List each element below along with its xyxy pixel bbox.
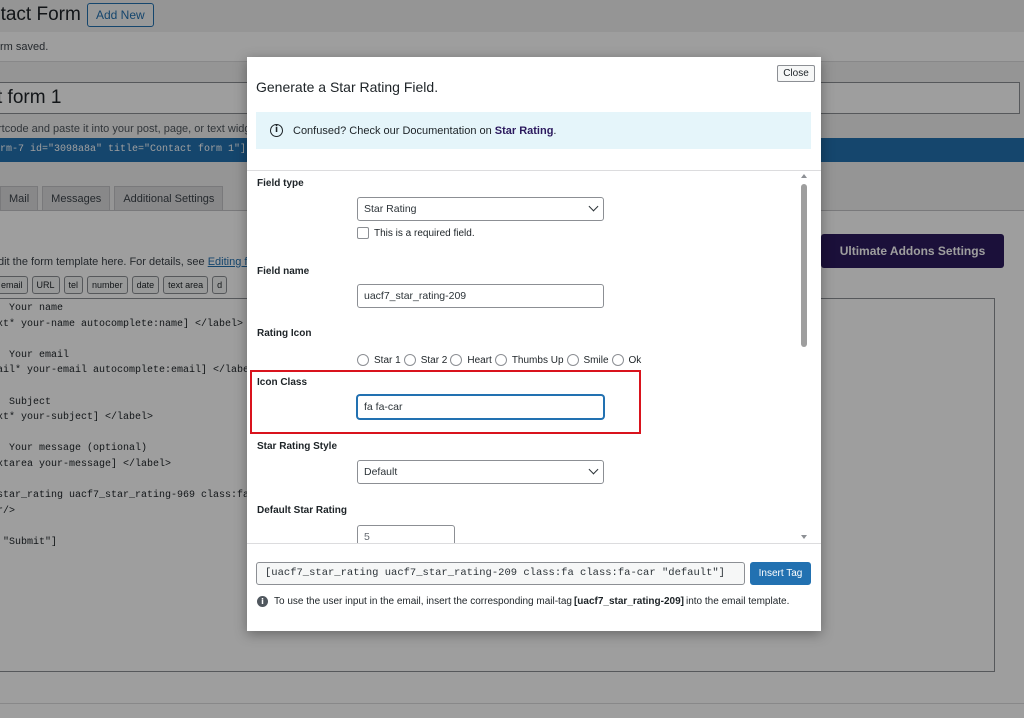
rating-icon-option[interactable]: Heart (450, 354, 492, 366)
documentation-period: . (553, 124, 557, 137)
field-type-label: Field type (257, 178, 304, 189)
insert-tag-button[interactable]: Insert Tag (750, 562, 811, 585)
icon-class-label: Icon Class (257, 377, 308, 388)
radio-button[interactable] (566, 354, 579, 366)
rating-icon-options: Star 1 Star 2 Heart Thumbs Up Smile Ok (357, 354, 644, 366)
scroll-down-arrow-icon[interactable] (801, 535, 807, 539)
radio-button[interactable] (450, 354, 463, 366)
info-circle-icon: i (270, 124, 283, 137)
scrollbar[interactable] (800, 171, 810, 543)
rating-icon-label: Rating Icon (257, 328, 312, 339)
star-rating-style-label: Star Rating Style (257, 441, 338, 452)
star-rating-generator-modal: Generate a Star Rating Field. Close i Co… (247, 57, 821, 631)
scroll-up-arrow-icon[interactable] (801, 174, 807, 178)
documentation-text: Confused? Check our Documentation on (293, 124, 492, 137)
chevron-down-icon (588, 464, 599, 475)
option-label: Star 1 (374, 354, 401, 366)
star-rating-doc-link[interactable]: Star Rating (495, 125, 554, 137)
scrollbar-thumb[interactable] (801, 184, 807, 347)
radio-button[interactable] (403, 354, 416, 366)
rating-icon-option[interactable]: Star 1 (357, 354, 401, 366)
mail-note-prefix: To use the user input in the email, inse… (274, 596, 572, 607)
radio-button[interactable] (611, 354, 624, 366)
star-rating-style-value: Default (364, 466, 398, 478)
mail-note-suffix: into the email template. (686, 596, 790, 607)
generated-tag-field[interactable]: [uacf7_star_rating uacf7_star_rating-209… (256, 562, 745, 585)
chevron-down-icon (588, 201, 599, 212)
field-settings-panel[interactable]: Field type Star Rating This is a require… (247, 170, 821, 544)
option-label: Ok (628, 354, 642, 366)
documentation-notice: i Confused? Check our Documentation on S… (256, 112, 811, 149)
rating-icon-option[interactable]: Thumbs Up (494, 354, 564, 366)
radio-button[interactable] (494, 354, 507, 366)
rating-icon-option[interactable]: Ok (611, 354, 642, 366)
option-label: Star 2 (420, 354, 448, 366)
required-checkbox[interactable] (357, 227, 369, 239)
field-type-value: Star Rating (364, 203, 417, 215)
option-label: Thumbs Up (511, 354, 564, 366)
field-name-label: Field name (257, 266, 310, 277)
info-icon: i (257, 596, 268, 607)
required-field-label: This is a required field. (374, 227, 475, 239)
rating-icon-option[interactable]: Smile (566, 354, 609, 366)
mail-tag: [uacf7_star_rating-209] (573, 596, 684, 607)
field-name-input[interactable]: uacf7_star_rating-209 (357, 284, 604, 308)
modal-title: Generate a Star Rating Field. (256, 79, 439, 95)
default-star-rating-input[interactable]: 5 (357, 525, 455, 543)
radio-button[interactable] (357, 354, 369, 366)
icon-class-input[interactable]: fa fa-car (357, 395, 604, 419)
star-rating-style-select[interactable]: Default (357, 460, 604, 484)
required-field-row[interactable]: This is a required field. (357, 227, 475, 239)
default-star-rating-label: Default Star Rating (257, 505, 348, 516)
mail-tag-note: i To use the user input in the email, in… (257, 596, 789, 607)
field-type-select[interactable]: Star Rating (357, 197, 604, 221)
option-label: Smile (583, 354, 609, 366)
rating-icon-option[interactable]: Star 2 (403, 354, 448, 366)
close-button[interactable]: Close (777, 65, 815, 82)
option-label: Heart (467, 354, 492, 366)
